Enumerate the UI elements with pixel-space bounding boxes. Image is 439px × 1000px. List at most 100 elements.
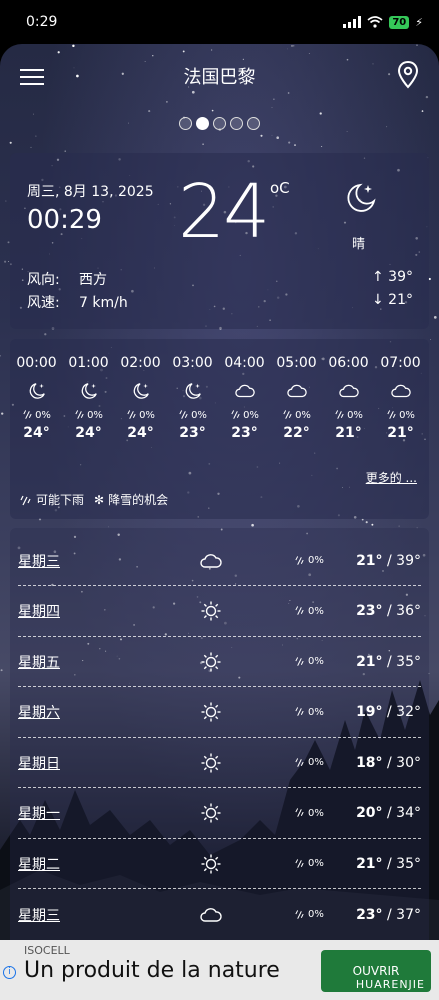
day-precip: 0%: [294, 757, 324, 769]
wind-speed-label: 风速:: [27, 295, 60, 311]
temp-separator: /: [382, 653, 397, 670]
hour-column[interactable]: 02:00 0% 24°: [115, 355, 166, 441]
city-title[interactable]: 法国巴黎: [184, 63, 256, 89]
day-name[interactable]: 星期一: [18, 803, 198, 823]
daily-forecast-card: 星期三 0% 21° / 39° 星期四 0% 23° / 36° 星期五 0% 21° / 3…: [10, 528, 429, 940]
page-dot[interactable]: [179, 117, 192, 130]
hourly-list[interactable]: 00:00 0% 24° 01:00 0% 24° 02:00 0% 24° 03:00 0% 23°…: [10, 355, 429, 441]
moon-stars-icon: [347, 183, 376, 212]
hour-time: 05:00: [276, 355, 317, 371]
ad-info-icon[interactable]: i: [3, 966, 16, 979]
hour-column[interactable]: 05:00 0% 22°: [271, 355, 322, 441]
hour-column[interactable]: 07:00 0% 21°: [375, 355, 426, 441]
star: [371, 523, 374, 526]
daily-row[interactable]: 星期二 0% 21° / 35°: [18, 839, 421, 889]
day-high-temp: 34°: [396, 805, 421, 821]
temperature-unit: oC: [270, 179, 290, 197]
day-precip: 0%: [294, 858, 324, 870]
day-name[interactable]: 星期四: [18, 601, 198, 621]
hour-column[interactable]: 06:00 0% 21°: [323, 355, 374, 441]
day-temp-range: 19° / 32°: [356, 704, 421, 720]
hour-time: 07:00: [380, 355, 421, 371]
ad-headline[interactable]: Un produit de la nature: [24, 958, 280, 983]
temp-separator: /: [382, 704, 397, 720]
hamburger-line: [20, 69, 44, 71]
moon-icon: [185, 383, 201, 399]
wind-direction-value: 西方: [79, 272, 107, 288]
page-dot-active[interactable]: [196, 117, 209, 130]
hour-temperature: 24°: [127, 425, 154, 441]
rain-drops-icon: [231, 410, 240, 419]
snowflake-icon: ✻: [94, 492, 105, 507]
daily-row[interactable]: 星期一 0% 20° / 34°: [18, 789, 421, 839]
day-name[interactable]: 星期五: [18, 652, 198, 672]
daily-row[interactable]: 星期五 0% 21° / 35°: [18, 637, 421, 687]
cloud-icon: [200, 553, 222, 568]
sun-icon: [201, 652, 221, 671]
hour-precip: 0%: [74, 409, 103, 421]
hour-column[interactable]: 03:00 0% 23°: [167, 355, 218, 441]
rain-drops-icon: [387, 410, 396, 419]
daily-row[interactable]: 星期三 0% 21° / 39°: [18, 536, 421, 586]
page-indicator[interactable]: [0, 117, 439, 130]
current-date: 周三, 8月 13, 2025: [27, 184, 154, 200]
day-temp-range: 21° / 39°: [356, 553, 421, 569]
daily-row[interactable]: 星期日 0% 18° / 30°: [18, 738, 421, 788]
hour-column[interactable]: 01:00 0% 24°: [63, 355, 114, 441]
hour-precip: 0%: [22, 409, 51, 421]
daily-row[interactable]: 星期四 0% 23° / 36°: [18, 587, 421, 637]
day-name[interactable]: 星期日: [18, 753, 198, 773]
page-dot[interactable]: [230, 117, 243, 130]
ad-banner[interactable]: ISOCELL i Un produit de la nature OUVRIR…: [0, 940, 439, 1000]
day-precip-value: 0%: [308, 909, 324, 920]
menu-button[interactable]: [20, 66, 44, 86]
daily-row[interactable]: 星期三 0% 23° / 37°: [18, 890, 421, 940]
battery-indicator: 70: [389, 15, 410, 29]
day-name[interactable]: 星期二: [18, 854, 198, 874]
hour-column[interactable]: 00:00 0% 24°: [11, 355, 62, 441]
rain-drops-icon: [295, 656, 304, 666]
sun-icon: [201, 753, 221, 772]
day-name[interactable]: 星期六: [18, 702, 198, 722]
day-precip-value: 0%: [308, 858, 324, 869]
star: [425, 95, 429, 99]
day-precip: 0%: [294, 656, 324, 668]
day-name[interactable]: 星期三: [18, 551, 198, 571]
star: [33, 113, 34, 115]
hour-column[interactable]: 04:00 0% 23°: [219, 355, 270, 441]
hour-time: 00:00: [16, 355, 57, 371]
page-dot[interactable]: [247, 117, 260, 130]
star: [271, 134, 273, 136]
moon-icon: [81, 383, 97, 399]
daily-row[interactable]: 星期六 0% 19° / 32°: [18, 688, 421, 738]
rain-drops-icon: [23, 410, 32, 419]
day-low-temp: 18°: [356, 754, 383, 771]
temp-separator: /: [382, 805, 397, 821]
hour-precip: 0%: [334, 409, 363, 421]
location-pin-icon[interactable]: [397, 60, 419, 90]
star: [276, 136, 280, 139]
day-precip: 0%: [294, 605, 324, 617]
hour-temperature: 21°: [335, 425, 362, 441]
star: [286, 48, 288, 50]
star: [211, 109, 214, 112]
more-button[interactable]: 更多的 ...: [366, 469, 417, 486]
low-temperature: ↓ 21°: [372, 292, 413, 308]
day-high-temp: 39°: [396, 552, 421, 569]
legend-rain-label: 可能下雨: [36, 493, 85, 507]
star: [1, 412, 4, 415]
day-low-temp: 20°: [356, 805, 383, 821]
temp-separator: /: [382, 906, 397, 923]
cloud-icon: [338, 384, 359, 398]
hour-temperature: 23°: [231, 425, 258, 441]
wind-direction-row: 风向: 西方: [27, 269, 107, 289]
page-dot[interactable]: [213, 117, 226, 130]
watermark: HUARENJIE: [355, 978, 425, 991]
star: [293, 45, 295, 47]
day-name[interactable]: 星期三: [18, 905, 198, 925]
ad-brand: ISOCELL: [24, 944, 70, 957]
temp-separator: /: [382, 603, 397, 619]
temp-separator: /: [382, 855, 397, 872]
current-weather-card: 周三, 8月 13, 2025 00:29 24 oC 晴 风向: 西方 风速: 7…: [10, 153, 429, 329]
star: [416, 44, 418, 46]
